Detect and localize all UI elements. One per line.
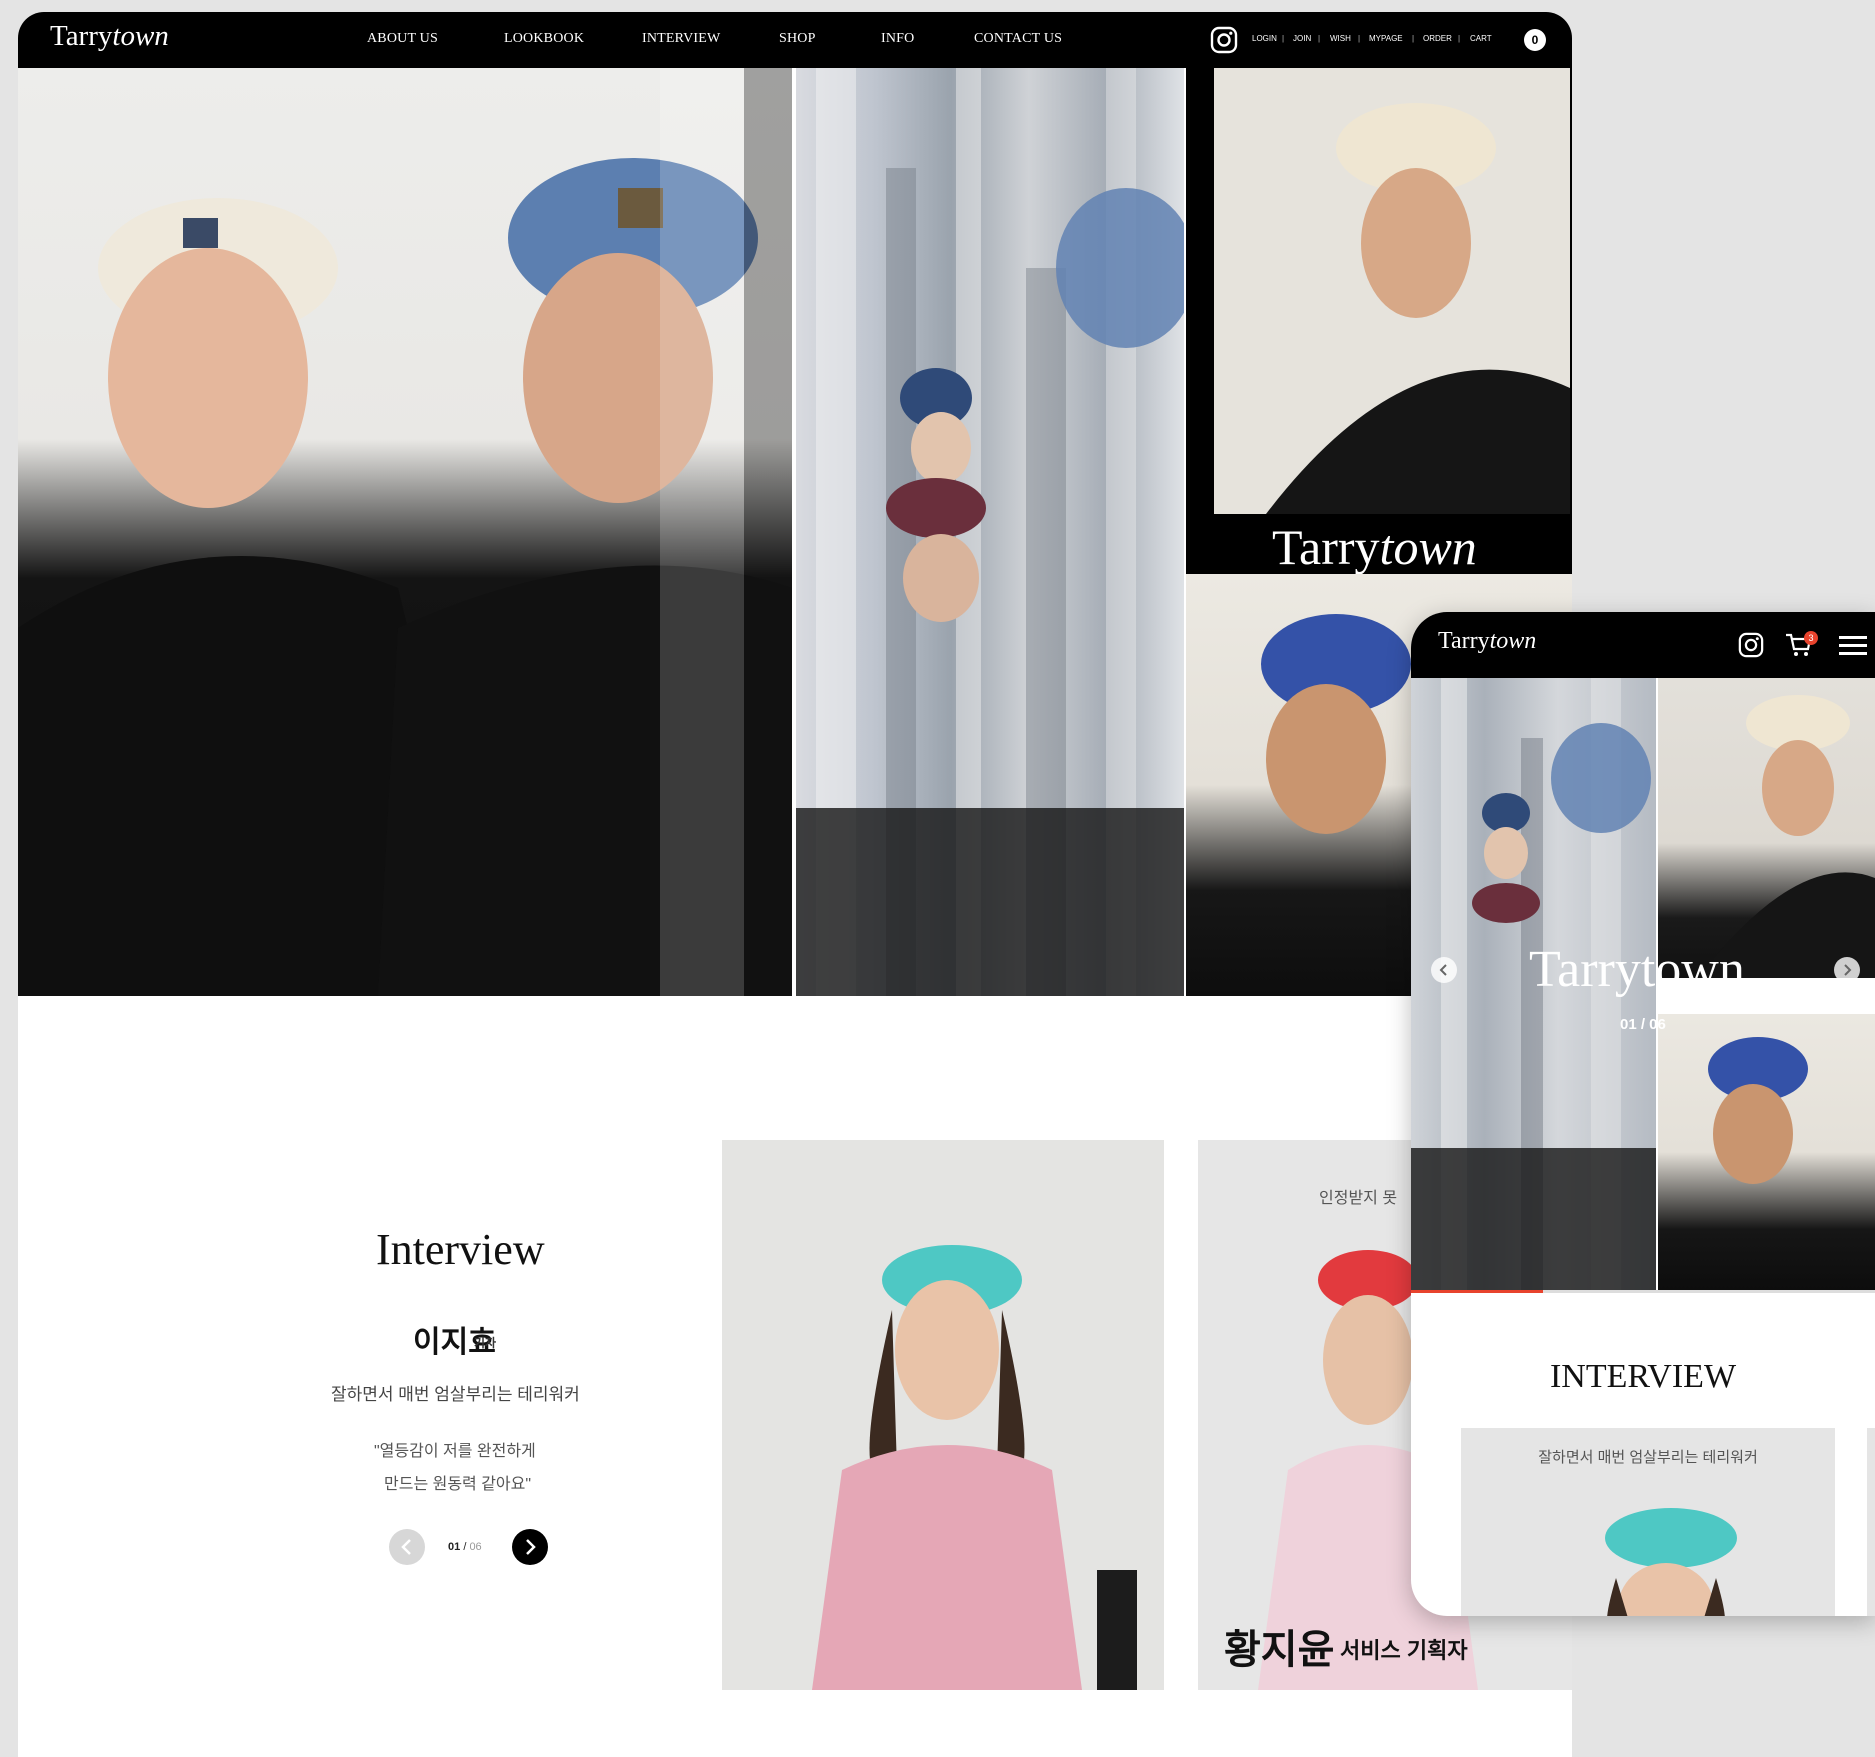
portrait-illustration <box>1708 1037 1808 1184</box>
interview-quote-line2: 만드는 원동력 같아요" <box>384 1476 532 1493</box>
mobile-cart-badge: 3 <box>1804 631 1818 645</box>
mobile-hero-portrait-man <box>1658 1014 1875 1290</box>
util-order[interactable]: ORDER <box>1423 34 1452 43</box>
chevron-right-icon <box>526 1539 536 1555</box>
portrait-illustration <box>1698 695 1875 978</box>
mobile-progress-bar <box>1411 1290 1543 1293</box>
util-separator: | <box>1318 34 1321 43</box>
interview-title: Interview <box>376 1225 545 1274</box>
nav-about-us[interactable]: ABOUT US <box>367 31 438 47</box>
mobile-interview-card-next[interactable] <box>1867 1428 1875 1616</box>
instagram-icon[interactable] <box>1210 26 1238 54</box>
util-join[interactable]: JOIN <box>1293 34 1311 43</box>
mobile-hero-portrait-woman <box>1658 678 1875 978</box>
mobile-preview: Tarrytown 3 Tarrytown Tarrytown 01 / 06 … <box>1411 612 1875 1616</box>
collage-illustration <box>796 68 1184 996</box>
hero-photo-illustration <box>18 68 792 996</box>
desktop-preview: Tarrytown ABOUT US LOOKBOOK INTERVIEW SH… <box>18 12 1572 1757</box>
interview-prev-button[interactable] <box>389 1529 425 1565</box>
nav-lookbook[interactable]: LOOKBOOK <box>504 31 584 47</box>
overlay-brand-logo: Tarrytown <box>1272 519 1477 574</box>
chevron-left-icon <box>401 1539 411 1555</box>
util-separator: | <box>1358 34 1361 43</box>
util-login[interactable]: LOGIN <box>1252 34 1277 43</box>
util-mypage[interactable]: MYPAGE <box>1369 34 1403 43</box>
cart-count-badge[interactable]: 0 <box>1524 29 1546 51</box>
interview-subtitle: 잘하면서 매번 엄살부리는 테리워커 <box>331 1385 580 1404</box>
interview-card[interactable] <box>722 1140 1164 1690</box>
mobile-overlay-logo: Tarrytown <box>1529 941 1745 998</box>
mobile-site-logo[interactable]: Tarrytown <box>1438 628 1536 655</box>
chevron-left-icon <box>1439 964 1447 976</box>
interview-next-button[interactable] <box>512 1529 548 1565</box>
mobile-prev-button[interactable] <box>1431 957 1457 983</box>
nav-contact-us[interactable]: CONTACT US <box>974 31 1062 47</box>
mobile-navigation: Tarrytown 3 <box>1411 612 1875 678</box>
instagram-icon[interactable] <box>1738 632 1764 658</box>
mobile-interview-card[interactable]: 잘하면서 매번 엄살부리는 테리워커 <box>1461 1428 1835 1616</box>
card2-role: 서비스 기획자 <box>1340 1638 1468 1663</box>
nav-shop[interactable]: SHOP <box>779 31 816 47</box>
mobile-interview-title: INTERVIEW <box>1549 1358 1737 1395</box>
hero-glitch-collage <box>796 68 1184 996</box>
chevron-right-icon <box>1844 964 1852 976</box>
portrait-illustration <box>1214 68 1570 514</box>
hero-photo-duo <box>18 68 792 996</box>
interview-photo-illustration <box>812 1245 1137 1690</box>
nav-info[interactable]: INFO <box>881 31 914 47</box>
mobile-next-button[interactable] <box>1834 957 1860 983</box>
util-cart[interactable]: CART <box>1470 34 1492 43</box>
hamburger-menu-icon[interactable] <box>1839 634 1867 658</box>
nav-interview[interactable]: INTERVIEW <box>642 31 720 47</box>
interview-counter: 01 / 06 <box>448 1541 482 1553</box>
util-separator: | <box>1412 34 1415 43</box>
util-separator: | <box>1282 34 1285 43</box>
interview-quote-line1: "열등감이 저를 완전하게 <box>374 1443 536 1460</box>
interview-photo-illustration <box>1605 1508 1737 1616</box>
util-wish[interactable]: WISH <box>1330 34 1351 43</box>
mobile-slide-counter: 01 / 06 <box>1620 1016 1666 1033</box>
card2-name: 황지윤 <box>1224 1628 1335 1672</box>
site-logo[interactable]: Tarrytown <box>50 20 169 53</box>
util-separator: | <box>1458 34 1461 43</box>
hero-portrait-woman: Tarrytown <box>1186 68 1572 574</box>
top-navigation: Tarrytown ABOUT US LOOKBOOK INTERVIEW SH… <box>18 12 1572 68</box>
card2-quote: 인정받지 못 <box>1319 1190 1398 1207</box>
mobile-overlay-logo-small: Tarrytown <box>1741 984 1849 1013</box>
interviewee-role: 기자 <box>474 1336 497 1350</box>
